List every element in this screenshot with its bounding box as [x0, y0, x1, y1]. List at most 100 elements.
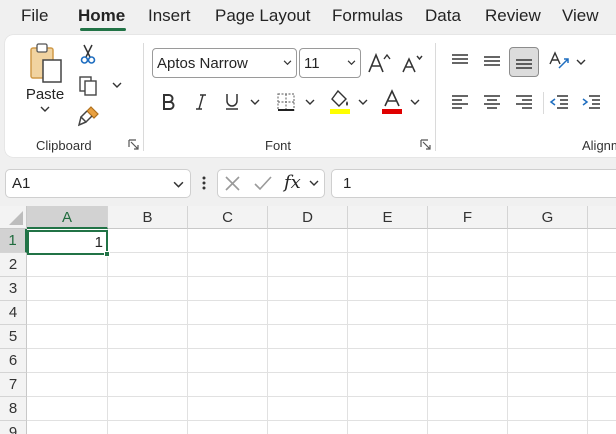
borders-dropdown-chevron-icon[interactable] — [305, 99, 315, 106]
cancel-icon[interactable] — [224, 175, 241, 192]
orientation-button[interactable] — [546, 48, 572, 74]
decrease-font-size-button[interactable] — [400, 50, 424, 76]
clipboard-dialog-launcher-icon[interactable] — [128, 139, 139, 150]
bottom-align-button[interactable] — [509, 47, 539, 77]
group-separator — [435, 43, 436, 151]
underline-dropdown-chevron-icon[interactable] — [250, 99, 260, 106]
gridline — [27, 252, 616, 253]
row-header-3[interactable]: 3 — [0, 277, 27, 301]
top-align-icon — [452, 54, 468, 64]
tab-file[interactable]: File — [21, 6, 48, 26]
bottom-align-icon — [516, 59, 532, 69]
fill-handle[interactable] — [104, 251, 110, 257]
chevron-down-icon — [40, 106, 50, 112]
more-options-icon[interactable] — [201, 175, 207, 191]
row-header-2[interactable]: 2 — [0, 253, 27, 277]
align-right-button[interactable] — [511, 90, 537, 114]
insert-function-button[interactable]: fx — [284, 172, 301, 193]
column-header-f[interactable]: F — [428, 206, 508, 229]
chevron-down-icon — [283, 60, 292, 66]
font-color-icon — [382, 89, 402, 114]
font-name-combo[interactable]: Aptos Narrow — [152, 48, 297, 78]
increase-indent-icon — [582, 95, 600, 109]
middle-align-button[interactable] — [479, 48, 505, 74]
increase-font-size-icon — [368, 52, 391, 73]
formula-value: 1 — [343, 175, 352, 192]
row-header-5[interactable]: 5 — [0, 325, 27, 349]
chevron-down-icon[interactable] — [309, 180, 319, 187]
format-painter-button[interactable] — [76, 104, 102, 128]
row-header-7[interactable]: 7 — [0, 373, 27, 397]
name-box-value: A1 — [12, 175, 31, 192]
alignment-group-label: Alignm — [582, 138, 616, 153]
gridline — [27, 348, 616, 349]
copy-icon — [79, 76, 97, 96]
cell-a1[interactable]: 1 — [27, 230, 108, 255]
top-align-button[interactable] — [447, 48, 473, 74]
name-box[interactable]: A1 — [5, 169, 191, 198]
underline-button[interactable] — [221, 90, 243, 114]
column-header-c[interactable]: C — [188, 206, 268, 229]
bold-button[interactable] — [157, 90, 179, 114]
active-tab-indicator — [80, 28, 126, 31]
row-header-4[interactable]: 4 — [0, 301, 27, 325]
decrease-indent-icon — [549, 95, 568, 109]
borders-icon — [277, 93, 295, 111]
tab-data[interactable]: Data — [425, 6, 461, 26]
column-header-d[interactable]: D — [268, 206, 348, 229]
italic-button[interactable] — [190, 90, 212, 114]
gridline — [27, 372, 616, 373]
menu-bar: File Home Insert Page Layout Formulas Da… — [0, 0, 616, 33]
column-header-b[interactable]: B — [108, 206, 188, 229]
row-header-8[interactable]: 8 — [0, 397, 27, 421]
fill-color-button[interactable] — [327, 88, 353, 116]
clipboard-group-label: Clipboard — [36, 138, 92, 153]
increase-font-size-button[interactable] — [366, 50, 392, 76]
font-color-dropdown-chevron-icon[interactable] — [410, 99, 420, 106]
font-name-value: Aptos Narrow — [157, 54, 248, 72]
row-header-1[interactable]: 1 — [0, 229, 27, 253]
tab-insert[interactable]: Insert — [148, 6, 191, 26]
column-header-a[interactable]: A — [27, 206, 108, 229]
align-center-button[interactable] — [479, 90, 505, 114]
tab-view[interactable]: View — [562, 6, 599, 26]
font-group-label: Font — [265, 138, 292, 153]
copy-dropdown-chevron-icon[interactable] — [112, 82, 122, 89]
paste-icon — [30, 43, 62, 83]
tab-page-layout[interactable]: Page Layout — [215, 6, 310, 26]
row-header-9[interactable]: 9 — [0, 421, 27, 434]
gridline — [27, 420, 616, 421]
paste-button[interactable]: Paste — [22, 42, 68, 122]
cut-button[interactable] — [76, 42, 100, 66]
copy-button[interactable] — [76, 73, 100, 99]
decrease-indent-button[interactable] — [546, 90, 572, 114]
align-left-button[interactable] — [447, 90, 473, 114]
fill-color-icon — [330, 89, 350, 114]
increase-indent-button[interactable] — [578, 90, 604, 114]
tab-home[interactable]: Home — [78, 6, 125, 26]
borders-button[interactable] — [273, 89, 299, 115]
fill-color-dropdown-chevron-icon[interactable] — [358, 99, 368, 106]
gridline — [27, 276, 616, 277]
enter-check-icon[interactable] — [253, 175, 273, 192]
formula-input[interactable]: 1 — [331, 169, 616, 198]
tab-review[interactable]: Review — [485, 6, 541, 26]
scissors-icon — [80, 44, 96, 64]
gridline — [187, 229, 188, 434]
bold-icon — [163, 94, 175, 110]
paste-label: Paste — [25, 86, 65, 103]
select-all-corner[interactable] — [0, 206, 27, 229]
worksheet-grid[interactable]: A B C D E F G 1 2 3 4 5 6 7 8 9 1 — [0, 206, 616, 434]
font-color-button[interactable] — [379, 88, 405, 116]
column-header-h[interactable] — [588, 206, 616, 229]
column-header-g[interactable]: G — [508, 206, 588, 229]
column-header-e[interactable]: E — [348, 206, 428, 229]
middle-align-icon — [484, 56, 500, 66]
group-separator — [143, 43, 144, 151]
orientation-dropdown-chevron-icon[interactable] — [576, 59, 586, 66]
font-dialog-launcher-icon[interactable] — [420, 139, 431, 150]
font-size-combo[interactable]: 11 — [299, 48, 361, 78]
tab-formulas[interactable]: Formulas — [332, 6, 403, 26]
align-left-icon — [452, 95, 468, 109]
row-header-6[interactable]: 6 — [0, 349, 27, 373]
